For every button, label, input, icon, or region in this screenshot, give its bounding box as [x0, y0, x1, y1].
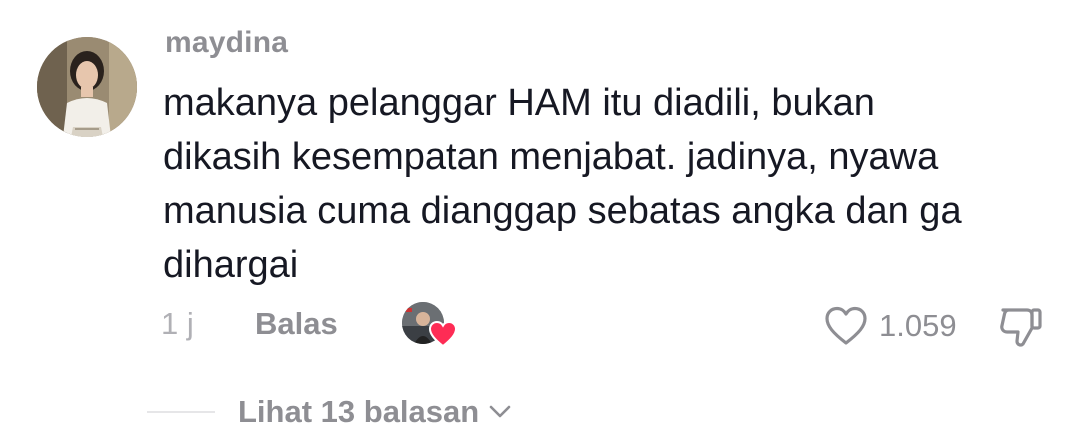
- comment-text-line: dikasih kesempatan menjabat. jadinya, ny…: [163, 136, 939, 178]
- comment-timestamp: 1 j: [161, 306, 194, 341]
- user-avatar[interactable]: [37, 37, 137, 137]
- avatar-photo: [37, 37, 137, 137]
- view-replies-button[interactable]: Lihat 13 balasan: [238, 394, 511, 430]
- comment-text-line: dihargai: [163, 244, 299, 286]
- heart-outline-icon: [825, 306, 867, 345]
- comment-text: makanya pelanggar HAM itu diadili, bukan…: [163, 76, 1063, 292]
- chevron-down-icon: [489, 405, 511, 418]
- view-replies-label: Lihat 13 balasan: [238, 394, 480, 429]
- thumbs-down-outline-icon: [1000, 308, 1042, 347]
- reply-button[interactable]: Balas: [255, 306, 338, 342]
- comment-text-line: makanya pelanggar HAM itu diadili, bukan: [163, 82, 875, 124]
- heart-filled-icon: [428, 320, 458, 348]
- comment-text-line: manusia cuma dianggap sebatas angka dan …: [163, 190, 962, 232]
- replies-divider: [147, 411, 215, 413]
- like-button[interactable]: 1.059: [823, 304, 957, 348]
- like-count: 1.059: [879, 308, 957, 343]
- dislike-button[interactable]: [997, 304, 1045, 348]
- comment-username[interactable]: maydina: [165, 26, 288, 60]
- liked-by-creator-badge: [402, 302, 460, 348]
